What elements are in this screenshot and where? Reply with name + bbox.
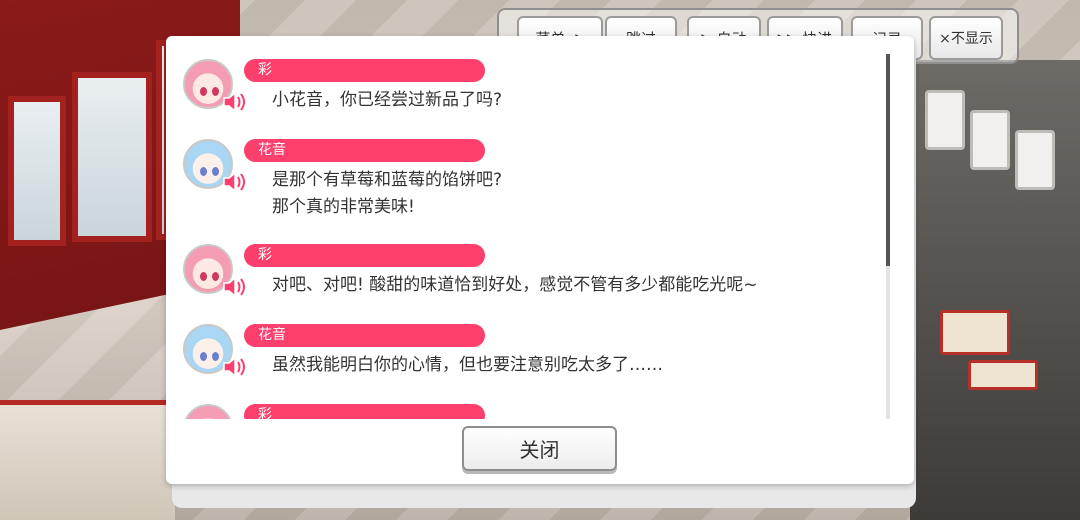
speaker-name: 花音	[244, 139, 485, 162]
food-tray	[940, 310, 1010, 355]
avatar-aya	[183, 404, 233, 419]
speaker-icon[interactable]	[221, 354, 247, 380]
dialogue-text: 是那个有草莓和蓝莓的馅饼吧? 那个真的非常美味!	[272, 167, 502, 221]
speaker-name: 花音	[244, 324, 485, 347]
dialogue-line: 小花音，你已经尝过新品了吗?	[272, 90, 503, 110]
speaker-name: 彩	[244, 404, 485, 419]
dialogue-line: 虽然我能明白你的心情，但也要注意别吃太多了……	[272, 355, 663, 375]
hide-ui-button[interactable]: ×不显示	[929, 16, 1003, 60]
log-entry: 彩 小花音，你已经尝过新品了吗?	[166, 59, 886, 129]
dialogue-text: 小花音，你已经尝过新品了吗?	[272, 87, 502, 114]
window	[72, 72, 152, 242]
dialogue-text: 对吧、对吧! 酸甜的味道恰到好处，感觉不管有多少都能吃光呢~	[272, 272, 757, 299]
log-entry: 花音 虽然我能明白你的心情，但也要注意别吃太多了……	[166, 324, 886, 394]
close-label: 关闭	[519, 438, 560, 462]
log-entry: 花音 是那个有草莓和蓝莓的馅饼吧? 那个真的非常美味!	[166, 139, 886, 229]
display-counter	[0, 400, 175, 520]
log-entry: 彩	[166, 404, 886, 419]
speaker-icon[interactable]	[221, 89, 247, 115]
drink-machine	[1015, 130, 1055, 190]
speaker-icon[interactable]	[221, 169, 247, 195]
dialogue-line: 是那个有草莓和蓝莓的馅饼吧?	[272, 170, 503, 190]
story-log-dialog: 彩 小花音，你已经尝过新品了吗? 花音 是那个有草莓和蓝莓的馅饼吧? 那个真的非…	[166, 36, 914, 484]
drink-machine	[970, 110, 1010, 170]
hide-ui-label: ×不显示	[939, 31, 993, 47]
dialogue-line: 对吧、对吧! 酸甜的味道恰到好处，感觉不管有多少都能吃光呢~	[272, 275, 758, 295]
speaker-icon[interactable]	[221, 274, 247, 300]
drink-machine	[925, 90, 965, 150]
speaker-name: 彩	[244, 244, 485, 267]
close-button[interactable]: 关闭	[462, 426, 617, 471]
food-tray	[968, 360, 1038, 390]
scrollbar-thumb[interactable]	[886, 54, 890, 266]
dialogue-line: 那个真的非常美味!	[272, 197, 415, 217]
story-log-list[interactable]: 彩 小花音，你已经尝过新品了吗? 花音 是那个有草莓和蓝莓的馅饼吧? 那个真的非…	[166, 46, 886, 419]
speaker-name: 彩	[244, 59, 485, 82]
window	[8, 96, 66, 246]
log-entry: 彩 对吧、对吧! 酸甜的味道恰到好处，感觉不管有多少都能吃光呢~	[166, 244, 886, 314]
dialogue-text: 虽然我能明白你的心情，但也要注意别吃太多了……	[272, 352, 663, 379]
